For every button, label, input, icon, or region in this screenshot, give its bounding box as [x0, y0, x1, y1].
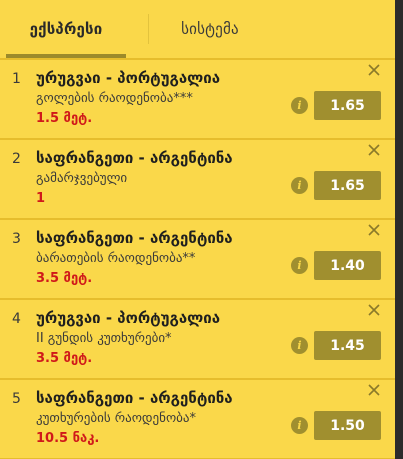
selection: 3.5 მეტ. — [36, 271, 93, 286]
market-name: II გუნდის კუთხურები* — [36, 331, 172, 346]
selection: 10.5 ნაკ. — [36, 431, 100, 446]
market-name: გამარჯვებული — [36, 171, 128, 186]
match-name: საფრანგეთი - არგენტინა — [36, 389, 233, 407]
bet-row: 4 ურუგვაი - პორტუგალია II გუნდის კუთხურე… — [0, 300, 395, 380]
close-icon[interactable] — [366, 142, 382, 158]
bet-row: 5 საფრანგეთი - არგენტინა კუთხურების რაოდ… — [0, 380, 395, 459]
bet-row: 1 ურუგვაი - პორტუგალია გოლების რაოდენობა… — [0, 60, 395, 140]
bet-number: 3 — [12, 231, 21, 247]
selection: 1 — [36, 191, 46, 206]
selection: 3.5 მეტ. — [36, 351, 93, 366]
info-icon[interactable]: i — [291, 417, 308, 434]
bet-row: 2 საფრანგეთი - არგენტინა გამარჯვებული 1 … — [0, 140, 395, 220]
active-tab-indicator — [6, 54, 126, 58]
tab-system[interactable]: სისტემა — [150, 0, 270, 58]
odds-button[interactable]: 1.65 — [314, 171, 381, 200]
betslip-tabs: ექსპრესი სისტემა — [0, 0, 395, 60]
bet-number: 4 — [12, 311, 21, 327]
market-name: გოლების რაოდენობა*** — [36, 91, 193, 106]
tab-divider — [148, 14, 149, 44]
odds-button[interactable]: 1.45 — [314, 331, 381, 360]
bet-number: 2 — [12, 151, 21, 167]
odds-button[interactable]: 1.65 — [314, 91, 381, 120]
bet-row: 3 საფრანგეთი - არგენტინა ბარათების რაოდე… — [0, 220, 395, 300]
betslip-panel: ექსპრესი სისტემა 1 ურუგვაი - პორტუგალია … — [0, 0, 395, 459]
match-name: საფრანგეთი - არგენტინა — [36, 229, 233, 247]
close-icon[interactable] — [366, 62, 382, 78]
market-name: კუთხურების რაოდენობა* — [36, 411, 196, 426]
selection: 1.5 მეტ. — [36, 111, 93, 126]
tab-express[interactable]: ექსპრესი — [6, 0, 126, 58]
bet-number: 1 — [12, 71, 21, 87]
odds-button[interactable]: 1.50 — [314, 411, 381, 440]
info-icon[interactable]: i — [291, 97, 308, 114]
info-icon[interactable]: i — [291, 257, 308, 274]
info-icon[interactable]: i — [291, 337, 308, 354]
market-name: ბარათების რაოდენობა** — [36, 251, 196, 266]
close-icon[interactable] — [366, 302, 382, 318]
bet-number: 5 — [12, 391, 21, 407]
match-name: ურუგვაი - პორტუგალია — [36, 309, 221, 327]
close-icon[interactable] — [366, 222, 382, 238]
odds-button[interactable]: 1.40 — [314, 251, 381, 280]
info-icon[interactable]: i — [291, 177, 308, 194]
close-icon[interactable] — [366, 382, 382, 398]
match-name: საფრანგეთი - არგენტინა — [36, 149, 233, 167]
match-name: ურუგვაი - პორტუგალია — [36, 69, 221, 87]
